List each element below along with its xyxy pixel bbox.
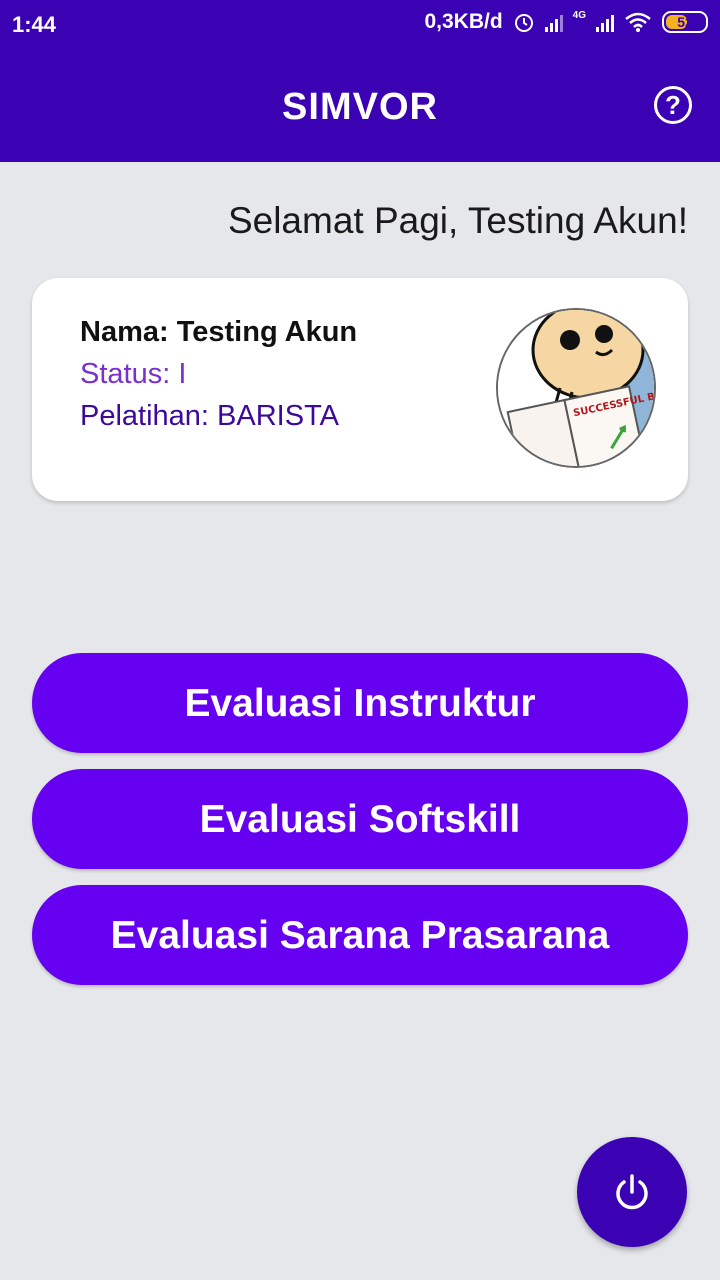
app-title: SIMVOR <box>282 86 438 128</box>
profile-training: Pelatihan: BARISTA <box>80 400 339 432</box>
status-icons: 0,3KB/d 4G 52 <box>424 10 708 34</box>
profile-card: Nama: Testing Akun Status: I Pelatihan: … <box>32 278 688 501</box>
profile-status: Status: I <box>80 358 187 390</box>
evaluasi-instruktur-button[interactable]: Evaluasi Instruktur <box>32 653 688 753</box>
status-bar: 1:44 0,3KB/d 4G 52 <box>0 0 720 52</box>
avatar-illustration: SUCCESSFUL BUSINESS TIPS <box>498 310 654 466</box>
profile-name: Nama: Testing Akun <box>80 316 358 348</box>
app-bar: SIMVOR ? <box>0 52 720 162</box>
network-type: 4G <box>572 10 586 21</box>
greeting-text: Selamat Pagi, Testing Akun! <box>227 200 688 241</box>
wifi-icon <box>625 12 651 32</box>
battery-level: 52 <box>677 14 693 30</box>
battery-icon: 52 <box>662 11 708 33</box>
network-speed: 0,3KB/d <box>424 10 503 33</box>
help-circle-icon[interactable]: ? <box>654 86 692 124</box>
signal-icon <box>544 12 563 32</box>
evaluasi-sarana-prasarana-button[interactable]: Evaluasi Sarana Prasarana <box>32 885 688 985</box>
logout-button[interactable] <box>577 1137 687 1247</box>
power-icon <box>616 1174 648 1210</box>
signal-4g-icon <box>596 12 614 32</box>
avatar: SUCCESSFUL BUSINESS TIPS <box>496 308 656 468</box>
status-time: 1:44 <box>12 12 57 37</box>
evaluasi-softskill-button[interactable]: Evaluasi Softskill <box>32 769 688 869</box>
alarm-icon <box>514 14 533 32</box>
